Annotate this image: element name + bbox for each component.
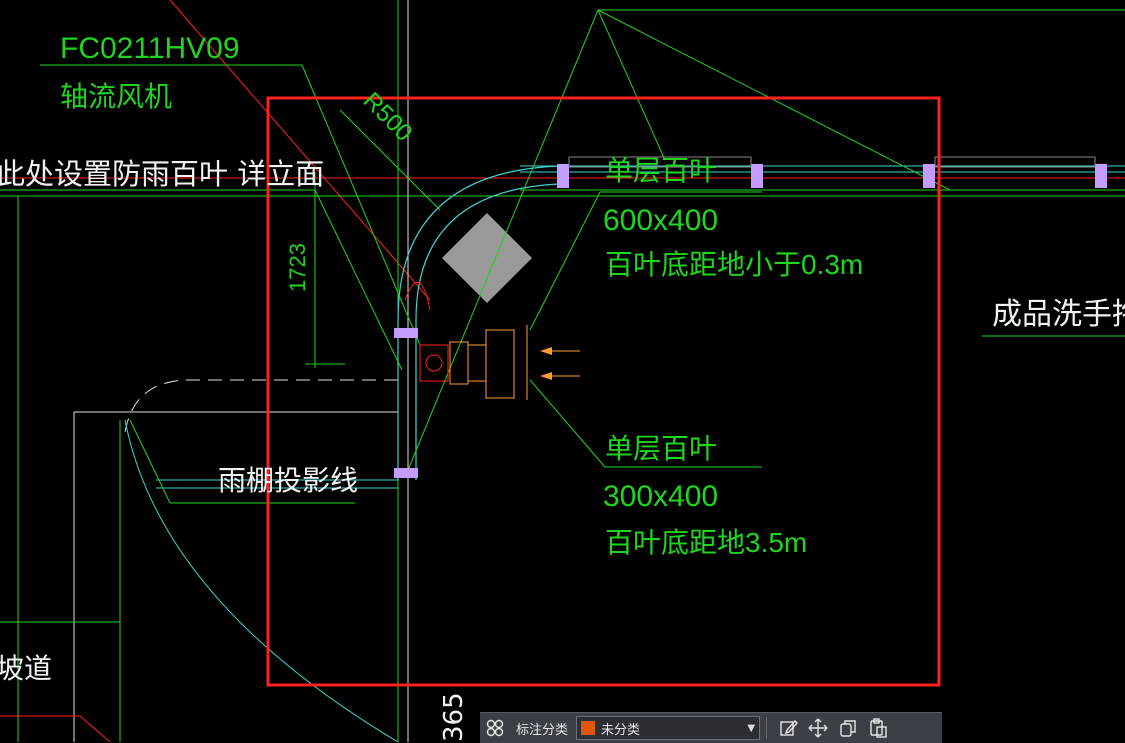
dim-1723-label: 1723 [285, 243, 310, 292]
category-label: 标注分类 [516, 722, 569, 738]
category-select[interactable]: 未分类 ▼ [576, 716, 761, 740]
grid-icon[interactable] [480, 713, 510, 743]
ramp-label: 坡道 [0, 652, 52, 685]
louver-bottom-note: 百叶底距地3.5m [605, 527, 807, 558]
dim-bottom-label: 365 [439, 692, 469, 742]
fan-body-3 [485, 329, 515, 399]
louver-block [557, 164, 569, 188]
cad-drawing-canvas[interactable]: FC0211HV09 轴流风机 R500 此处设置防雨百叶 详立面 1723 单… [0, 0, 1125, 742]
dashed-outline [123, 379, 398, 441]
louver-bottom-size: 300x400 [603, 480, 718, 513]
toolbar-separator [766, 717, 768, 739]
fan-code-label: FC0211HV09 [60, 32, 240, 65]
fan-body-2 [467, 344, 487, 382]
airflow-arrow-head-2 [540, 372, 552, 380]
louver-block [751, 164, 763, 188]
leader-louver-bot-2 [529, 379, 606, 468]
leader-louver-top-2 [529, 191, 601, 331]
louver-block [1095, 164, 1107, 188]
rain-louver-note: 此处设置防雨百叶 详立面 [0, 157, 324, 191]
louver-block [394, 328, 418, 338]
louver-block [394, 468, 418, 478]
annotation-toolbar: 标注分类 未分类 ▼ [480, 712, 942, 743]
fan-icon [425, 354, 443, 372]
louver-block [923, 164, 935, 188]
fan-housing-red [419, 344, 449, 382]
edit-icon[interactable] [773, 713, 803, 743]
red-line-bottom-2 [79, 715, 111, 742]
category-selected-value: 未分类 [601, 722, 641, 738]
fan-name-label: 轴流风机 [60, 81, 172, 112]
duct-elbow-outer [397, 165, 561, 480]
louver-bottom-title: 单层百叶 [605, 433, 717, 464]
move-icon[interactable] [803, 713, 833, 743]
paste-icon[interactable] [863, 713, 893, 743]
louver-top-note: 百叶底距地小于0.3m [605, 249, 863, 280]
selection-frame[interactable] [266, 96, 941, 687]
chevron-down-icon: ▼ [747, 722, 756, 734]
equipment-diamond [442, 213, 532, 303]
louver-top-size: 600x400 [603, 204, 718, 237]
category-swatch [581, 721, 596, 735]
copy-icon[interactable] [833, 713, 863, 743]
room-name-label: 成品洗手拖 [992, 297, 1125, 332]
leader-top-4 [597, 9, 666, 161]
louver-top-title: 单层百叶 [605, 155, 717, 186]
rain-shed-line-label: 雨棚投影线 [218, 464, 358, 497]
airflow-arrow-head-1 [540, 347, 552, 355]
